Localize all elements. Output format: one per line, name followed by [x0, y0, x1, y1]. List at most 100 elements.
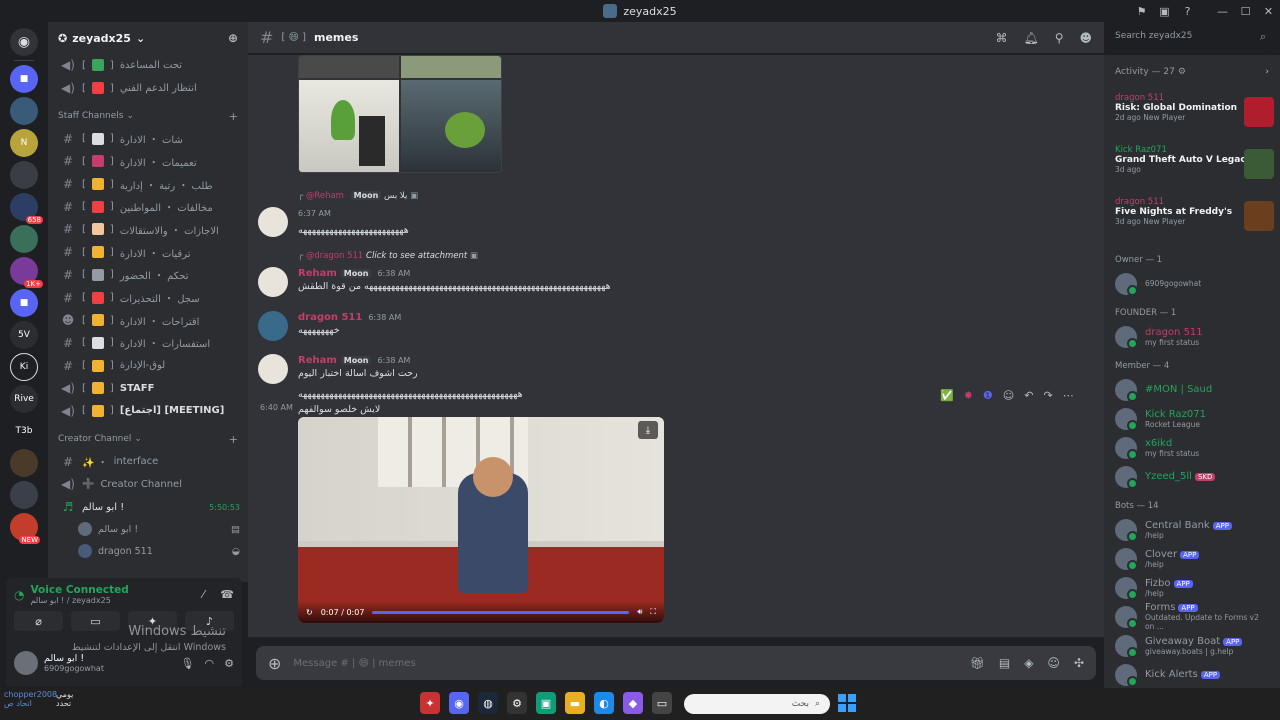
- server-folder-icon[interactable]: [10, 161, 38, 189]
- video-progress-bar[interactable]: [372, 610, 630, 614]
- reply-preview[interactable]: ┌ @dragon 511 Click to see attachment ▣: [298, 251, 478, 261]
- server-icon[interactable]: ■: [10, 289, 38, 317]
- server-icon[interactable]: Rive: [10, 385, 38, 413]
- settings-gear-icon[interactable]: ⚙: [224, 657, 234, 670]
- member-item[interactable]: Central Bank APP /help: [1104, 515, 1280, 544]
- channel-item[interactable]: ◀) [ ] انتظار الدعم الفني: [48, 77, 248, 100]
- server-icon[interactable]: N: [10, 129, 38, 157]
- discord-icon[interactable]: ◉: [449, 692, 469, 714]
- help-icon[interactable]: ?: [1176, 0, 1199, 22]
- member-item[interactable]: Kick Raz071 Rocket League: [1104, 404, 1280, 433]
- copilot-icon[interactable]: ◆: [623, 692, 643, 714]
- message-input[interactable]: Message # | 😄 | memes: [293, 658, 415, 669]
- avatar[interactable]: [258, 207, 288, 237]
- server-icon[interactable]: Ki: [10, 353, 38, 381]
- category-staff[interactable]: Staff Channels ⌄ +: [48, 105, 248, 127]
- app-icon[interactable]: ▭: [652, 692, 672, 714]
- upload-plus-icon[interactable]: ⊕: [268, 654, 281, 673]
- member-item[interactable]: Yzeed_5ll SKD: [1104, 462, 1280, 491]
- search-input[interactable]: Search zeyadx25 ⌕: [1108, 27, 1272, 49]
- channel-item[interactable]: # [ ] شات ・ الادارة: [48, 127, 248, 150]
- activity-button[interactable]: ✦: [128, 611, 177, 631]
- channel-item[interactable]: ◀) [ ] تحت المساعدة: [48, 54, 248, 77]
- member-item[interactable]: #MON | Saud: [1104, 375, 1280, 404]
- signal-icon[interactable]: ◔: [14, 588, 24, 602]
- member-item[interactable]: dragon 511 my first status: [1104, 322, 1280, 351]
- gif-icon[interactable]: ▤: [999, 656, 1010, 670]
- member-item[interactable]: 6909gogowhat: [1104, 269, 1280, 298]
- avatar[interactable]: [258, 311, 288, 341]
- discord-home-icon[interactable]: ◉: [10, 28, 38, 56]
- reaction-one-icon[interactable]: ❶: [983, 389, 993, 402]
- more-icon[interactable]: ⋯: [1063, 389, 1074, 402]
- noise-suppression-icon[interactable]: ⁄: [202, 588, 204, 601]
- channel-item[interactable]: # ✨ ・ interface: [48, 450, 248, 473]
- channel-item[interactable]: ◀) [ ] STAFF: [48, 377, 248, 400]
- channel-item[interactable]: # [ ] تعميمات ・ الادارة: [48, 150, 248, 173]
- video-attachment[interactable]: ⤓ ↻ 0:07 / 0:07 🔊︎ ⛶: [298, 417, 664, 623]
- avatar[interactable]: [258, 267, 288, 297]
- screen-icon[interactable]: ▣: [1153, 0, 1176, 22]
- server-icon[interactable]: [10, 449, 38, 477]
- taskbar-widget[interactable]: يومي تحدد: [56, 690, 73, 708]
- member-list-icon[interactable]: ☻: [1079, 31, 1092, 45]
- activity-card[interactable]: Kick Raz071 Grand Theft Auto V Legacy 3d…: [1104, 141, 1280, 193]
- settings-gear-icon[interactable]: ⚙: [507, 692, 527, 714]
- channel-item[interactable]: # [ ] لوق-الإدارة: [48, 354, 248, 377]
- inbox-icon[interactable]: ⚑: [1130, 0, 1153, 22]
- member-item[interactable]: x6ikd my first status: [1104, 433, 1280, 462]
- avatar[interactable]: [258, 354, 288, 384]
- replay-icon[interactable]: ↻: [306, 608, 313, 617]
- create-channel-icon[interactable]: +: [229, 110, 238, 123]
- settings-gear-icon[interactable]: ⚙: [1178, 67, 1186, 77]
- emoji-icon[interactable]: ☺: [1047, 656, 1060, 670]
- channel-item[interactable]: # [ ] ترقيات ・ الادارة: [48, 241, 248, 264]
- reaction-check-icon[interactable]: ✅: [940, 389, 954, 402]
- server-icon[interactable]: 5V: [10, 321, 38, 349]
- server-icon[interactable]: ■: [10, 65, 38, 93]
- channel-item[interactable]: # [ ] سجل ・ التحذيرات: [48, 286, 248, 309]
- avatar[interactable]: [14, 651, 38, 675]
- app-icon[interactable]: ▣: [536, 692, 556, 714]
- threads-icon[interactable]: ⌘: [995, 31, 1007, 45]
- activity-header[interactable]: Activity — 27 ⚙ ›: [1104, 55, 1280, 89]
- activity-card[interactable]: dragon 511 Risk: Global Domination 2d ag…: [1104, 89, 1280, 141]
- channel-item[interactable]: # [ ] مخالفات ・ المواطنين: [48, 195, 248, 218]
- member-item[interactable]: Fizbo APP /help: [1104, 573, 1280, 602]
- server-icon[interactable]: T3b: [10, 417, 38, 445]
- disconnect-icon[interactable]: ☎: [220, 588, 234, 601]
- download-icon[interactable]: ⤓: [638, 421, 658, 439]
- app-icon[interactable]: ✦: [420, 692, 440, 714]
- gift-icon[interactable]: 🎁︎: [970, 656, 985, 670]
- voice-user[interactable]: dragon 511 ◒: [48, 540, 248, 562]
- taskbar-search[interactable]: بحث ⌕: [684, 694, 830, 714]
- headphones-icon[interactable]: ◠: [205, 657, 215, 670]
- steam-icon[interactable]: ◍: [478, 692, 498, 714]
- activity-card[interactable]: dragon 511 Five Nights at Freddy's 3d ag…: [1104, 193, 1280, 245]
- channel-item[interactable]: ☻ [ ] اقتراحات ・ الادارة: [48, 309, 248, 332]
- channel-item[interactable]: # [ ] استفسارات ・ الادارة: [48, 332, 248, 355]
- taskbar-widget[interactable]: chopper2008 اتحاد ص: [4, 690, 57, 708]
- fullscreen-icon[interactable]: ⛶: [650, 607, 656, 617]
- server-folder-icon[interactable]: [10, 225, 38, 253]
- server-icon[interactable]: [10, 97, 38, 125]
- invite-people-icon[interactable]: ⊕: [228, 31, 238, 45]
- soundboard-button[interactable]: ♪: [185, 611, 234, 631]
- apps-icon[interactable]: ✣: [1074, 656, 1084, 670]
- channel-item[interactable]: # [ ] الاجازات ・ والاستقالات: [48, 218, 248, 241]
- maximize-button[interactable]: ☐: [1234, 0, 1257, 22]
- screenshare-button[interactable]: ▭: [71, 611, 120, 631]
- reaction-icon[interactable]: ✸: [964, 389, 973, 402]
- message-author[interactable]: dragon 511: [298, 312, 362, 323]
- file-explorer-icon[interactable]: ▬: [565, 692, 585, 714]
- server-header[interactable]: ✪ zeyadx25 ⌄ ⊕: [48, 22, 248, 54]
- server-folder-icon[interactable]: 1K+: [10, 257, 43, 288]
- camera-button[interactable]: ⌀: [14, 611, 63, 631]
- message-author[interactable]: Reham: [298, 355, 337, 366]
- close-button[interactable]: ✕: [1257, 0, 1280, 22]
- add-reaction-icon[interactable]: ☺: [1003, 389, 1014, 402]
- member-item[interactable]: Kick Alerts APP: [1104, 660, 1280, 688]
- channel-item[interactable]: # [ ] تحكم ・ الحضور: [48, 264, 248, 287]
- minimize-button[interactable]: —: [1211, 0, 1234, 22]
- notification-bell-icon[interactable]: 🔔︎: [1023, 31, 1038, 45]
